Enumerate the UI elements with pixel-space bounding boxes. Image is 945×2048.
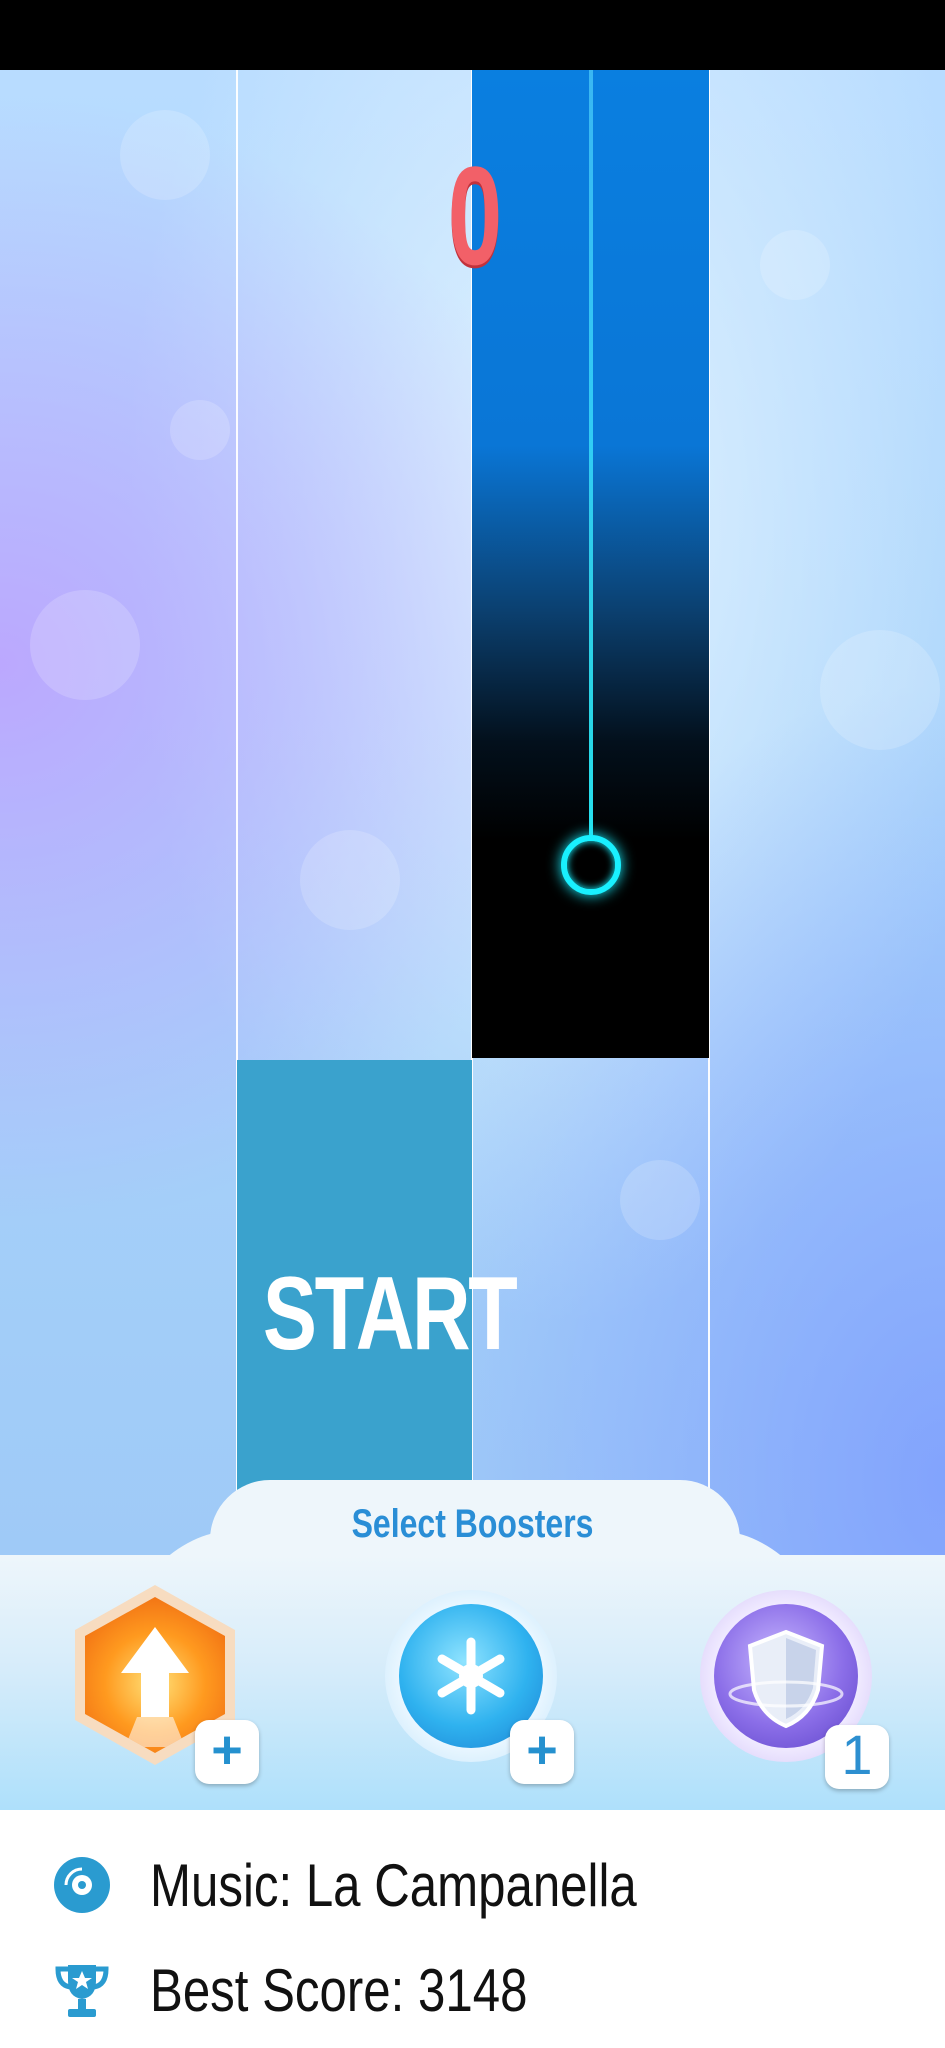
booster-speed[interactable]: + bbox=[75, 1585, 265, 1785]
score-counter: 0 bbox=[447, 137, 503, 294]
booster-title: Select Boosters bbox=[351, 1502, 594, 1546]
booster-count-badge: 1 bbox=[825, 1725, 889, 1789]
status-bar bbox=[0, 0, 945, 70]
booster-freeze[interactable]: + bbox=[385, 1590, 585, 1790]
booster-shield[interactable]: 1 bbox=[700, 1590, 900, 1790]
music-title: Music: La Campanella bbox=[150, 1851, 637, 1919]
booster-panel: Select Boosters + + 1 bbox=[0, 1480, 945, 1810]
booster-add-badge[interactable]: + bbox=[510, 1720, 574, 1784]
game-board[interactable]: START 0 bbox=[0, 70, 945, 1555]
tile-ring-icon bbox=[561, 835, 621, 895]
trophy-icon bbox=[50, 1958, 114, 2022]
song-info: Music: La Campanella Best Score: 3148 bbox=[0, 1810, 945, 2048]
tile-beam bbox=[589, 70, 593, 858]
booster-add-badge[interactable]: + bbox=[195, 1720, 259, 1784]
start-label: START bbox=[262, 1256, 518, 1372]
best-score-row: Best Score: 3148 bbox=[50, 1950, 610, 2030]
disc-icon bbox=[50, 1853, 114, 1917]
music-row: Music: La Campanella bbox=[50, 1845, 744, 1925]
best-score: Best Score: 3148 bbox=[150, 1956, 528, 2024]
